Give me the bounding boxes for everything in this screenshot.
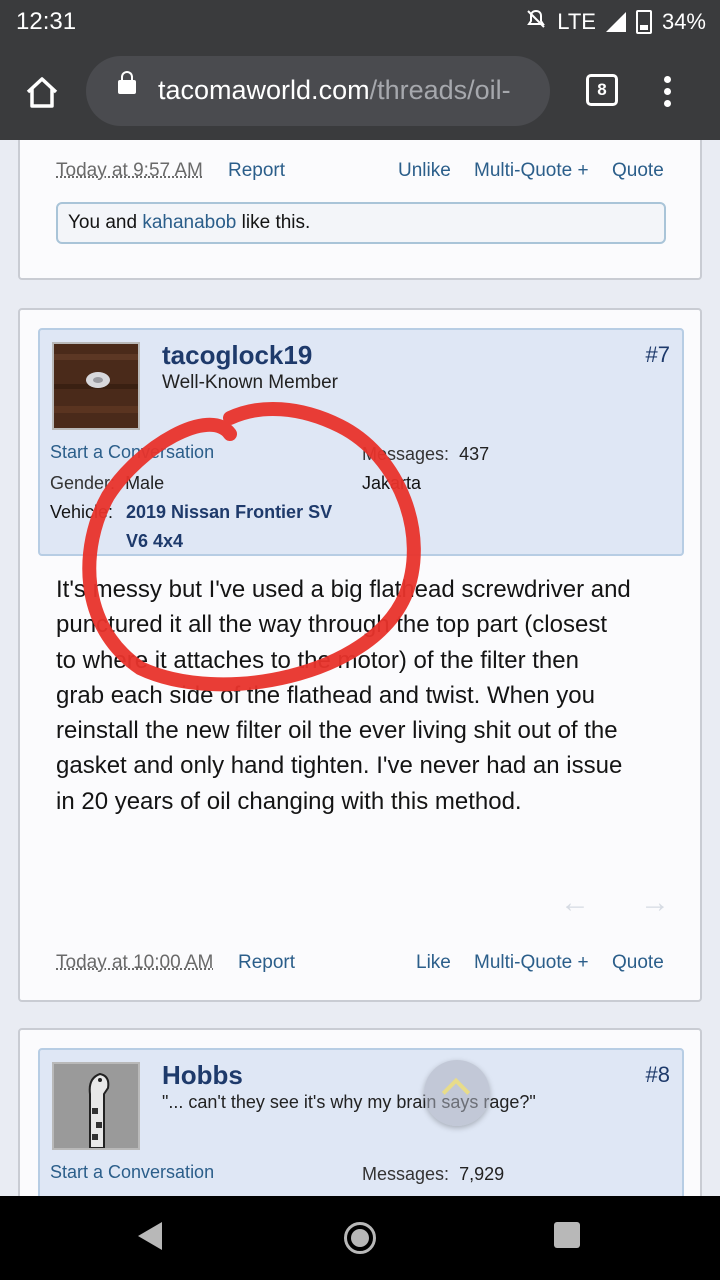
url-text: tacomaworld.com/threads/oil- — [158, 75, 511, 105]
post-line: reinstall the new filter oil the ever li… — [56, 717, 618, 745]
overflow-menu-icon[interactable] — [664, 76, 672, 112]
post-card-8: Hobbs "... can't they see it's why my br… — [18, 1028, 702, 1196]
quote-link[interactable]: Quote — [612, 160, 664, 182]
battery-icon — [635, 10, 652, 34]
do-not-disturb-icon — [525, 8, 547, 36]
scroll-to-top-button[interactable] — [424, 1060, 490, 1126]
status-bar: 12:31 LTE 34% — [0, 0, 720, 44]
thread-content: Today at 9:57 AM Report Unlike Multi-Quo… — [0, 140, 720, 1196]
post-number-link[interactable]: #7 — [646, 342, 670, 368]
post-line: gasket and only hand tighten. I've never… — [56, 752, 623, 780]
user-info-box: Hobbs "... can't they see it's why my br… — [38, 1048, 684, 1196]
signal-icon — [605, 12, 626, 32]
network-label: LTE — [557, 9, 596, 34]
quote-link[interactable]: Quote — [612, 952, 664, 974]
home-icon[interactable] — [24, 74, 60, 110]
report-link[interactable]: Report — [228, 160, 285, 182]
lock-icon — [118, 71, 136, 94]
next-post-arrow-icon[interactable]: → — [640, 886, 670, 920]
multi-quote-link[interactable]: Multi-Quote + — [474, 952, 589, 974]
user-title: Well-Known Member — [162, 372, 338, 393]
home-nav-icon[interactable] — [344, 1222, 376, 1254]
red-circle-annotation — [82, 402, 421, 692]
post-card-6: Today at 9:57 AM Report Unlike Multi-Quo… — [18, 140, 702, 280]
username-link[interactable]: tacoglock19 — [162, 340, 312, 371]
avatar[interactable] — [52, 1062, 140, 1150]
battery-level: 34% — [661, 9, 706, 34]
messages-field: Messages: 7,929 — [362, 1164, 505, 1184]
address-bar[interactable]: tacomaworld.com/threads/oil- — [86, 56, 550, 126]
report-link[interactable]: Report — [238, 952, 295, 974]
post-line: in 20 years of oil changing with this me… — [56, 787, 522, 815]
username-link[interactable]: Hobbs — [162, 1060, 243, 1091]
browser-toolbar: tacomaworld.com/threads/oil- 8 — [0, 44, 720, 140]
clock: 12:31 — [16, 8, 77, 35]
like-link[interactable]: Like — [416, 952, 451, 974]
post-number-link[interactable]: #8 — [646, 1062, 670, 1088]
unlike-link[interactable]: Unlike — [398, 160, 451, 182]
status-icons: LTE 34% — [525, 8, 706, 36]
multi-quote-link[interactable]: Multi-Quote + — [474, 160, 589, 182]
post-date[interactable]: Today at 10:00 AM — [56, 952, 213, 974]
prev-post-arrow-icon[interactable]: ← — [560, 886, 590, 920]
start-conversation-link[interactable]: Start a Conversation — [50, 1162, 214, 1183]
back-icon[interactable] — [138, 1222, 162, 1250]
post-date[interactable]: Today at 9:57 AM — [56, 160, 203, 182]
system-nav-bar — [0, 1196, 720, 1280]
likes-summary: You and kahanabob like this. — [56, 202, 666, 244]
liker-link[interactable]: kahanabob — [142, 212, 236, 233]
tab-switcher-button[interactable]: 8 — [586, 74, 618, 106]
recents-icon[interactable] — [554, 1222, 580, 1248]
